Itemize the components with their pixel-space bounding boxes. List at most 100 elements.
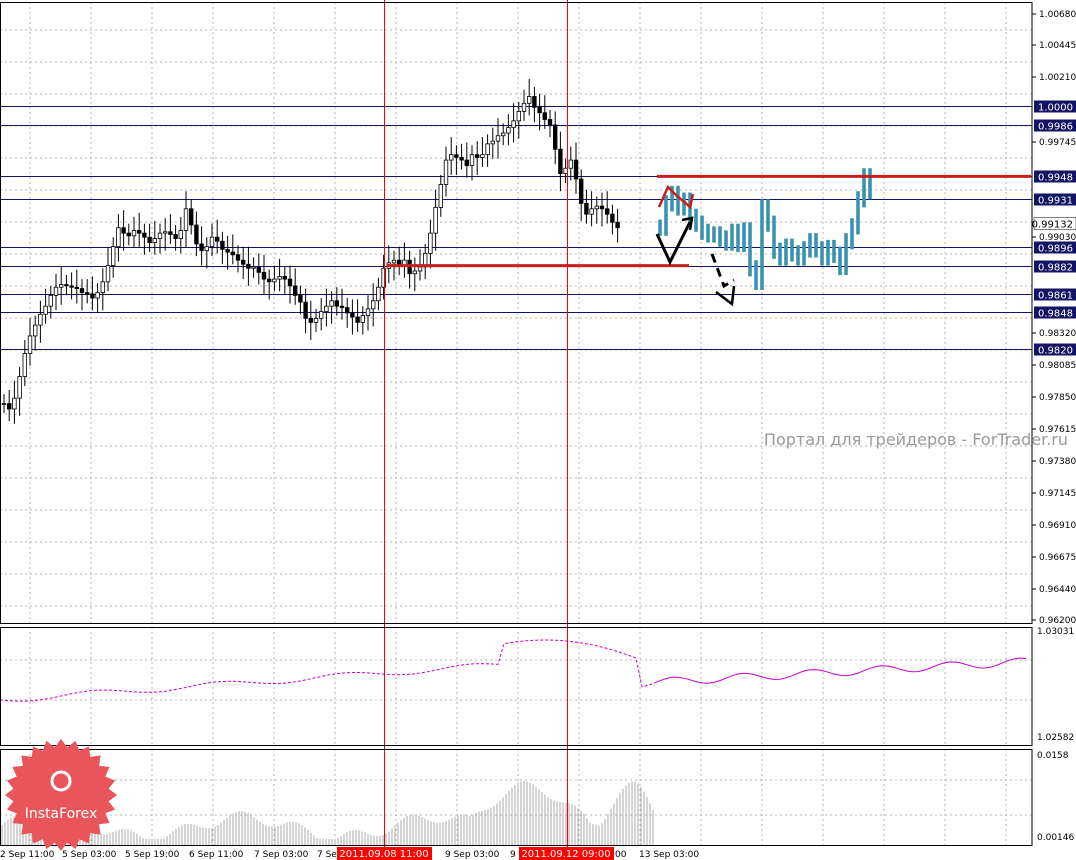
candle-body — [303, 301, 308, 319]
price-tick-label: 0.96675 — [1039, 553, 1076, 563]
time-label: 9 — [510, 850, 516, 860]
candle-body — [433, 207, 438, 234]
candle-body — [157, 232, 163, 239]
candle-body — [313, 317, 319, 323]
candle-body — [485, 143, 490, 156]
candle-body — [209, 236, 215, 248]
price-tick-label: 0.96440 — [1039, 585, 1076, 595]
candle-body — [188, 208, 194, 226]
candle-body — [121, 227, 126, 234]
candle-body — [459, 156, 464, 161]
forecast-bar — [706, 223, 710, 243]
candle-body — [85, 292, 90, 295]
candle-body — [589, 208, 594, 215]
candle-body — [605, 208, 610, 215]
level-label: 0.9848 — [1038, 309, 1073, 320]
candle-body — [350, 312, 355, 318]
time-label: 2 Sep 11:00 — [0, 850, 55, 860]
candle-body — [74, 286, 79, 289]
candle-body — [292, 285, 298, 296]
forecast-bar — [808, 233, 812, 258]
price-chart: 1.006801.004451.002100.997450.990300.983… — [0, 0, 1076, 860]
candle-body — [59, 284, 64, 288]
candle-body — [521, 102, 527, 112]
candle-body — [147, 236, 152, 244]
forecast-bar — [700, 215, 704, 240]
candle-body — [240, 259, 246, 265]
candle-body — [38, 313, 43, 326]
time-label: 9 Sep 03:00 — [445, 850, 500, 860]
time-label: :00 — [612, 850, 627, 860]
price-tick-label: 1.00680 — [1039, 10, 1076, 20]
level-label: 0.9896 — [1038, 244, 1073, 255]
forecast-bar — [658, 219, 662, 236]
forecast-bar — [790, 238, 794, 262]
time-label: 5 Sep 19:00 — [125, 850, 180, 860]
candle-body — [599, 205, 605, 210]
candle-body — [116, 227, 121, 248]
price-tick-label: 1.00210 — [1039, 73, 1076, 83]
candle-body — [464, 159, 469, 166]
candle-body — [95, 292, 100, 299]
logo-text: InstaForex — [25, 806, 98, 822]
forecast-bar — [814, 233, 818, 258]
histogram-tick-label: 0.00146 — [1037, 833, 1074, 843]
candle-body — [126, 232, 131, 237]
candle-body — [537, 106, 542, 114]
candle-body — [474, 154, 480, 158]
candle-body — [568, 159, 573, 169]
candle-body — [136, 230, 142, 234]
candle-body — [287, 278, 293, 287]
candle-body — [131, 230, 137, 237]
candle-body — [230, 251, 235, 256]
forecast-bar — [772, 215, 776, 259]
candle-body — [547, 119, 553, 126]
candle-body — [511, 120, 516, 129]
forecast-bar — [760, 199, 764, 290]
candle-body — [428, 232, 433, 254]
candle-body — [516, 110, 521, 122]
candle-body — [90, 293, 95, 299]
forecast-bar — [712, 226, 716, 243]
candle-body — [48, 294, 53, 307]
candle-body — [199, 243, 204, 252]
time-label: 13 Sep 03:00 — [639, 850, 699, 860]
forecast-bar — [838, 246, 842, 276]
level-label: 0.9861 — [1038, 291, 1073, 302]
candle-body — [266, 278, 272, 283]
forecast-bar — [850, 218, 854, 250]
candle-body — [448, 154, 454, 161]
candle-body — [1, 403, 7, 405]
candle-body — [17, 376, 22, 399]
candle-body — [370, 300, 376, 310]
candle-body — [443, 159, 449, 185]
candle-body — [22, 353, 27, 377]
candle-body — [256, 266, 261, 273]
forecast-bar — [826, 239, 830, 266]
forecast-bar — [754, 260, 758, 290]
forecast-bar — [862, 168, 866, 208]
forecast-bar — [742, 222, 746, 253]
candle-body — [204, 246, 209, 252]
forecast-bar — [718, 226, 722, 247]
candle-body — [27, 335, 33, 354]
candle-body — [308, 317, 313, 323]
forecast-bar — [832, 239, 836, 263]
forecast-bar — [820, 241, 824, 266]
candle-body — [376, 286, 381, 302]
candle-body — [100, 281, 105, 294]
candle-body — [79, 288, 85, 294]
candle-body — [454, 154, 459, 158]
candle-body — [584, 202, 589, 215]
candle-body — [12, 397, 17, 410]
candle-body — [563, 167, 568, 175]
candle-body — [500, 132, 506, 137]
candle-body — [495, 135, 501, 142]
indicator-tick-label: 1.02582 — [1037, 733, 1074, 743]
candle-body — [69, 285, 74, 288]
candle-body — [324, 305, 329, 312]
price-tick-label: 0.96910 — [1039, 521, 1076, 531]
candle-body — [329, 300, 334, 307]
candle-body — [391, 259, 397, 264]
candle-body — [183, 208, 189, 231]
